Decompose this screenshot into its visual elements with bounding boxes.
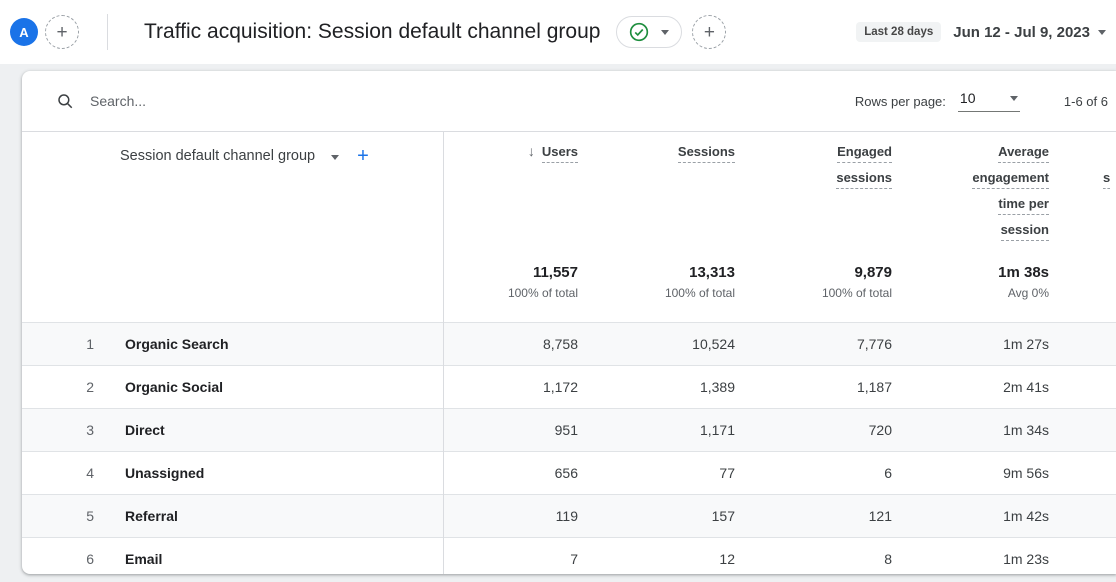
metric-cell: 121 [757,495,914,537]
account-avatar[interactable]: A [10,18,38,46]
chevron-down-icon [1098,30,1106,35]
chevron-down-icon [661,30,669,35]
page-title: Traffic acquisition: Session default cha… [144,20,600,44]
table-toolbar: Rows per page: 10 1-6 of 6 [22,71,1116,132]
add-comparison-button[interactable]: + [45,15,79,49]
dimension-cell: 2 Organic Social [22,366,443,408]
rows-per-page-value: 10 [960,90,976,106]
dimension-header-label: Session default channel group [120,148,315,164]
table-row: 4 Unassigned 656 77 6 9m 56s [22,451,1116,494]
totals-cell: 11,557 100% of total [443,251,600,322]
date-preset-badge[interactable]: Last 28 days [856,22,941,42]
chevron-down-icon [1010,96,1018,101]
row-number: 3 [22,422,94,438]
channel-name: Direct [125,422,165,438]
dimension-cell: 6 Email [22,538,443,580]
search-icon [56,92,74,110]
channel-name: Organic Search [125,336,229,352]
table-row: 3 Direct 951 1,171 720 1m 34s [22,408,1116,451]
channel-name: Organic Social [125,379,223,395]
row-number: 6 [22,551,94,567]
metric-cell: 8 [757,538,914,580]
channel-name: Email [125,551,162,567]
table-row: 6 Email 7 12 8 1m 23s [22,537,1116,580]
metric-cell: 6 [757,452,914,494]
channel-name: Unassigned [125,465,204,481]
metric-cell: 720 [757,409,914,451]
add-dimension-button[interactable]: + [357,146,369,166]
date-range-selector[interactable]: Jun 12 - Jul 9, 2023 [953,24,1106,41]
plus-icon: + [704,23,715,42]
dimension-cell: 4 Unassigned [22,452,443,494]
row-number: 4 [22,465,94,481]
check-circle-icon [629,22,649,42]
column-header-engaged-sessions[interactable]: Engaged sessions [757,132,914,251]
column-header-truncated[interactable]: s [1071,132,1116,251]
header-divider [107,14,108,50]
metric-cell: 1m 27s [914,323,1071,365]
table-row: 2 Organic Social 1,172 1,389 1,187 2m 41… [22,365,1116,408]
report-table-card: Rows per page: 10 1-6 of 6 Session defau… [22,71,1116,574]
metric-cell: 656 [443,452,600,494]
totals-dimension-cell [22,251,443,322]
column-header-sessions[interactable]: Sessions [600,132,757,251]
metric-cell: 157 [600,495,757,537]
metric-cell: 1,171 [600,409,757,451]
add-segment-button[interactable]: + [692,15,726,49]
row-number: 5 [22,508,94,524]
metric-cell: 1m 34s [914,409,1071,451]
dimension-header[interactable]: Session default channel group + [22,132,443,251]
totals-cell: 9,879 100% of total [757,251,914,322]
totals-row: 11,557 100% of total 13,313 100% of tota… [22,251,1116,322]
row-number: 2 [22,379,94,395]
table-row: 1 Organic Search 8,758 10,524 7,776 1m 2… [22,322,1116,365]
report-status-dropdown[interactable] [616,16,682,48]
date-controls: Last 28 days Jun 12 - Jul 9, 2023 [856,22,1106,42]
metric-cell: 1m 23s [914,538,1071,580]
search-box [56,92,412,110]
sort-descending-icon: ↓ [528,143,535,159]
rows-per-page-label: Rows per page: [855,94,946,109]
totals-cell: 13,313 100% of total [600,251,757,322]
metric-cell: 1m 42s [914,495,1071,537]
table-row: 5 Referral 119 157 121 1m 42s [22,494,1116,537]
metric-cell: 10,524 [600,323,757,365]
date-range-text: Jun 12 - Jul 9, 2023 [953,24,1090,41]
avatar-letter: A [19,25,28,40]
dimension-cell: 1 Organic Search [22,323,443,365]
column-header-users[interactable]: ↓Users [443,132,600,251]
metric-cell: 7,776 [757,323,914,365]
table-header-row: Session default channel group + ↓Users S… [22,132,1116,251]
metric-cell: 1,172 [443,366,600,408]
top-bar: A + Traffic acquisition: Session default… [0,0,1116,64]
rows-per-page-select[interactable]: 10 [958,90,1020,112]
metric-cell: 119 [443,495,600,537]
row-number: 1 [22,336,94,352]
search-input[interactable] [88,92,412,110]
channel-name: Referral [125,508,178,524]
metric-cell: 9m 56s [914,452,1071,494]
metric-cell: 2m 41s [914,366,1071,408]
metric-cell: 1,389 [600,366,757,408]
column-divider [443,131,444,574]
dimension-cell: 5 Referral [22,495,443,537]
pagination-controls: Rows per page: 10 1-6 of 6 [855,90,1108,112]
metric-cell: 8,758 [443,323,600,365]
column-header-avg-engagement-time[interactable]: Average engagement time per session [914,132,1071,251]
metric-cell: 951 [443,409,600,451]
chevron-down-icon [331,155,339,160]
totals-cell: 1m 38s Avg 0% [914,251,1071,322]
plus-icon: + [56,23,67,42]
metric-cell: 12 [600,538,757,580]
pagination-status: 1-6 of 6 [1064,94,1108,109]
metric-cell: 1,187 [757,366,914,408]
metric-cell: 77 [600,452,757,494]
metric-cell: 7 [443,538,600,580]
dimension-cell: 3 Direct [22,409,443,451]
